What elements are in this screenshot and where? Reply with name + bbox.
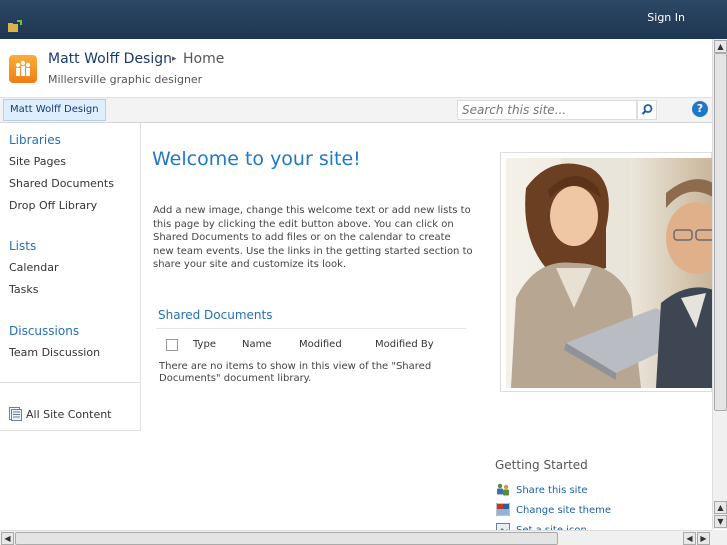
theme-palette-icon — [496, 503, 510, 516]
site-logo-icon[interactable] — [9, 55, 37, 83]
search-button[interactable] — [637, 100, 657, 120]
shared-documents-webpart-title[interactable]: Shared Documents — [158, 308, 272, 322]
scroll-up-small-button[interactable]: ▲ — [714, 501, 727, 514]
site-header: Matt Wolff Design ▸ Home Millersville gr… — [0, 39, 712, 98]
tab-home[interactable]: Matt Wolff Design — [3, 99, 106, 121]
page-title: Home — [183, 51, 225, 67]
column-header-modified[interactable]: Modified — [299, 339, 342, 350]
column-header-name[interactable]: Name — [242, 339, 272, 350]
welcome-photo — [506, 158, 713, 388]
horizontal-scroll-thumb[interactable] — [15, 532, 558, 545]
all-site-content-link[interactable]: All Site Content — [9, 407, 112, 421]
scroll-left-small-button[interactable]: ◀ — [683, 532, 696, 545]
site-title-link[interactable]: Matt Wolff Design — [48, 51, 172, 67]
ql-item-shared-documents[interactable]: Shared Documents — [9, 177, 114, 190]
top-bar: Sign In — [0, 0, 727, 39]
ql-item-drop-off-library[interactable]: Drop Off Library — [9, 199, 97, 212]
welcome-image-frame — [500, 152, 713, 392]
horizontal-scrollbar[interactable]: ◀ ◀ ▶ — [0, 530, 712, 545]
select-all-checkbox[interactable] — [166, 339, 178, 351]
welcome-heading: Welcome to your site! — [152, 148, 361, 170]
welcome-text: Add a new image, change this welcome tex… — [153, 205, 473, 270]
quick-launch-divider — [0, 382, 140, 383]
share-site-link[interactable]: Share this site — [496, 483, 588, 496]
scroll-up-button[interactable]: ▲ — [714, 40, 727, 53]
getting-started-title: Getting Started — [495, 458, 588, 472]
scroll-right-button[interactable]: ▶ — [697, 532, 710, 545]
document-list-icon — [9, 407, 22, 421]
search-icon — [641, 104, 653, 115]
ql-heading-libraries[interactable]: Libraries — [9, 133, 61, 147]
webpart-divider — [156, 328, 466, 329]
column-header-modified-by[interactable]: Modified By — [375, 339, 434, 350]
all-site-content-label: All Site Content — [26, 408, 112, 421]
navigate-up-icon[interactable] — [8, 20, 22, 32]
ql-item-tasks[interactable]: Tasks — [9, 283, 38, 296]
change-theme-link[interactable]: Change site theme — [496, 503, 611, 516]
empty-list-message: There are no items to show in this view … — [159, 361, 432, 384]
vertical-scrollbar[interactable]: ▲ ▲ ▼ — [712, 39, 727, 529]
search-input[interactable] — [457, 100, 637, 120]
column-header-type[interactable]: Type — [193, 339, 216, 350]
help-icon[interactable]: ? — [692, 101, 708, 117]
top-navigation: Matt Wolff Design ? — [0, 98, 712, 123]
ql-item-calendar[interactable]: Calendar — [9, 261, 58, 274]
ql-heading-lists[interactable]: Lists — [9, 239, 36, 253]
scrollbar-corner — [712, 530, 727, 545]
vertical-scroll-thumb[interactable] — [714, 53, 727, 411]
scroll-down-button[interactable]: ▼ — [714, 515, 727, 528]
site-description: Millersville graphic designer — [48, 73, 203, 86]
share-people-icon — [497, 483, 509, 496]
quick-launch: Libraries Site Pages Shared Documents Dr… — [0, 123, 141, 431]
ql-heading-discussions[interactable]: Discussions — [9, 324, 79, 338]
change-theme-label: Change site theme — [516, 505, 612, 516]
scroll-left-button[interactable]: ◀ — [1, 532, 14, 545]
breadcrumb-separator-icon: ▸ — [172, 54, 177, 64]
ql-item-site-pages[interactable]: Site Pages — [9, 155, 66, 168]
share-site-label: Share this site — [516, 485, 588, 496]
sign-in-link[interactable]: Sign In — [647, 11, 685, 24]
ql-item-team-discussion[interactable]: Team Discussion — [9, 346, 100, 359]
